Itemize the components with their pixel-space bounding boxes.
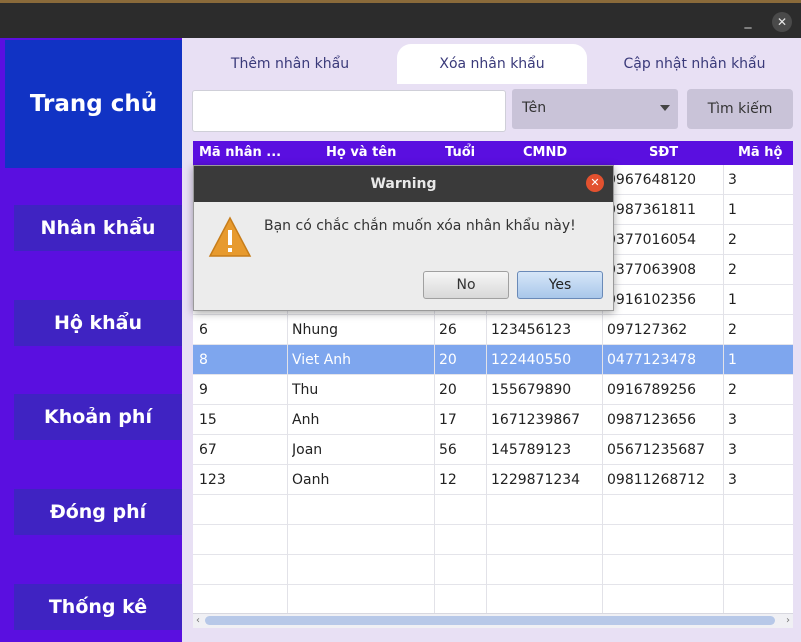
- dialog-message: Bạn có chắc chắn muốn xóa nhân khẩu này!: [264, 218, 576, 234]
- scroll-left-icon[interactable]: ‹: [193, 614, 203, 628]
- table-cell: 8: [199, 352, 208, 368]
- table-cell: 67: [199, 442, 217, 458]
- search-input[interactable]: [192, 90, 506, 132]
- table-cell: 3: [728, 442, 737, 458]
- sidebar: Trang chủ Nhân khẩu Hộ khẩu Khoản phí Đó…: [0, 38, 182, 642]
- table-cell: 2: [728, 262, 737, 278]
- table-cell: 123: [199, 472, 226, 488]
- table-cell: 0377016054: [607, 232, 697, 248]
- dialog-close-button[interactable]: ✕: [586, 174, 604, 192]
- no-button[interactable]: No: [423, 271, 509, 299]
- sidebar-item-dong-phi[interactable]: Đóng phí: [14, 489, 182, 535]
- table-cell: Nhung: [292, 322, 338, 338]
- table-cell: 1229871234: [491, 472, 581, 488]
- sidebar-item-ho-khau[interactable]: Hộ khẩu: [14, 300, 182, 346]
- table-cell: 20: [439, 352, 457, 368]
- table-cell: 09811268712: [607, 472, 705, 488]
- column-header-cmnd[interactable]: CMND: [523, 141, 603, 165]
- table-cell: Anh: [292, 412, 320, 428]
- table-cell: Joan: [292, 442, 323, 458]
- table-cell: 26: [439, 322, 457, 338]
- column-divider: [723, 165, 724, 613]
- table-cell: 0377063908: [607, 262, 697, 278]
- table-cell: 0916102356: [607, 292, 697, 308]
- table-row[interactable]: 123 Oanh 12 1229871234 09811268712 3: [193, 465, 793, 495]
- table-cell: 9: [199, 382, 208, 398]
- column-header-phone[interactable]: SĐT: [649, 141, 729, 165]
- search-filter-value: Tên: [522, 100, 547, 116]
- close-window-button[interactable]: ✕: [772, 12, 792, 32]
- table-cell: 12: [439, 472, 457, 488]
- window-titlebar: _ ✕: [0, 3, 801, 38]
- table-cell: 05671235687: [607, 442, 705, 458]
- column-header-name[interactable]: Họ và tên: [326, 141, 436, 165]
- table-cell: 2: [728, 382, 737, 398]
- table-cell: Oanh: [292, 472, 330, 488]
- table-cell: 20: [439, 382, 457, 398]
- table-cell: 1: [728, 292, 737, 308]
- table-cell: 155679890: [491, 382, 572, 398]
- minimize-button[interactable]: _: [740, 13, 756, 29]
- table-cell: 3: [728, 412, 737, 428]
- yes-button[interactable]: Yes: [517, 271, 603, 299]
- sidebar-item-thong-ke[interactable]: Thống kê: [14, 584, 182, 630]
- table-cell: 3: [728, 172, 737, 188]
- tab-delete-resident[interactable]: Xóa nhân khẩu: [397, 44, 587, 84]
- scrollbar-thumb[interactable]: [205, 616, 775, 625]
- table-cell: 3: [728, 472, 737, 488]
- table-cell: 17: [439, 412, 457, 428]
- scroll-right-icon[interactable]: ›: [783, 614, 793, 628]
- table-row[interactable]: 67 Joan 56 145789123 05671235687 3: [193, 435, 793, 465]
- table-row[interactable]: [193, 495, 793, 525]
- table-cell: 2: [728, 322, 737, 338]
- table-cell: 1: [728, 202, 737, 218]
- table-cell: 0987123656: [607, 412, 697, 428]
- horizontal-scrollbar[interactable]: ‹ ›: [193, 613, 793, 628]
- table-cell: 1671239867: [491, 412, 581, 428]
- table-cell: 0477123478: [607, 352, 697, 368]
- sidebar-item-khoan-phi[interactable]: Khoản phí: [14, 394, 182, 440]
- table-cell: 122440550: [491, 352, 572, 368]
- table-row[interactable]: 9 Thu 20 155679890 0916789256 2: [193, 375, 793, 405]
- dialog-title: Warning: [194, 166, 613, 202]
- table-cell: 0916789256: [607, 382, 697, 398]
- table-cell: 15: [199, 412, 217, 428]
- chevron-down-icon: [660, 105, 670, 111]
- table-row[interactable]: [193, 555, 793, 585]
- sidebar-item-nhan-khau[interactable]: Nhân khẩu: [14, 205, 182, 251]
- home-label: Trang chủ: [29, 91, 158, 117]
- table-cell: Thu: [292, 382, 319, 398]
- table-cell: 123456123: [491, 322, 572, 338]
- table-header: Mã nhân ... Họ và tên Tuổi CMND SĐT Mã h…: [193, 141, 793, 165]
- home-button[interactable]: Trang chủ: [5, 40, 182, 168]
- table-cell: 097127362: [607, 322, 688, 338]
- column-header-household[interactable]: Mã hộ: [738, 141, 793, 165]
- warning-icon: [208, 216, 252, 257]
- table-cell: 56: [439, 442, 457, 458]
- table-row[interactable]: [193, 525, 793, 555]
- tab-update-resident[interactable]: Cập nhật nhân khẩu: [602, 44, 787, 84]
- table-row[interactable]: 6 Nhung 26 123456123 097127362 2: [193, 315, 793, 345]
- table-cell: 1: [728, 352, 737, 368]
- table-cell: Viet Anh: [292, 352, 352, 368]
- column-header-id[interactable]: Mã nhân ...: [199, 141, 287, 165]
- tab-add-resident[interactable]: Thêm nhân khẩu: [200, 44, 380, 84]
- table-cell: 2: [728, 232, 737, 248]
- column-header-age[interactable]: Tuổi: [445, 141, 485, 165]
- table-row[interactable]: 15 Anh 17 1671239867 0987123656 3: [193, 405, 793, 435]
- table-cell: 145789123: [491, 442, 572, 458]
- table-cell: 0967648120: [607, 172, 697, 188]
- table-row[interactable]: [193, 585, 793, 613]
- search-button[interactable]: Tìm kiếm: [687, 89, 793, 129]
- table-cell: 6: [199, 322, 208, 338]
- table-row[interactable]: 8 Viet Anh 20 122440550 0477123478 1: [193, 345, 793, 375]
- warning-dialog: Warning ✕ Bạn có chắc chắn muốn xóa nhân…: [193, 165, 614, 311]
- table-cell: 0987361811: [607, 202, 697, 218]
- search-filter-select[interactable]: Tên: [512, 89, 678, 129]
